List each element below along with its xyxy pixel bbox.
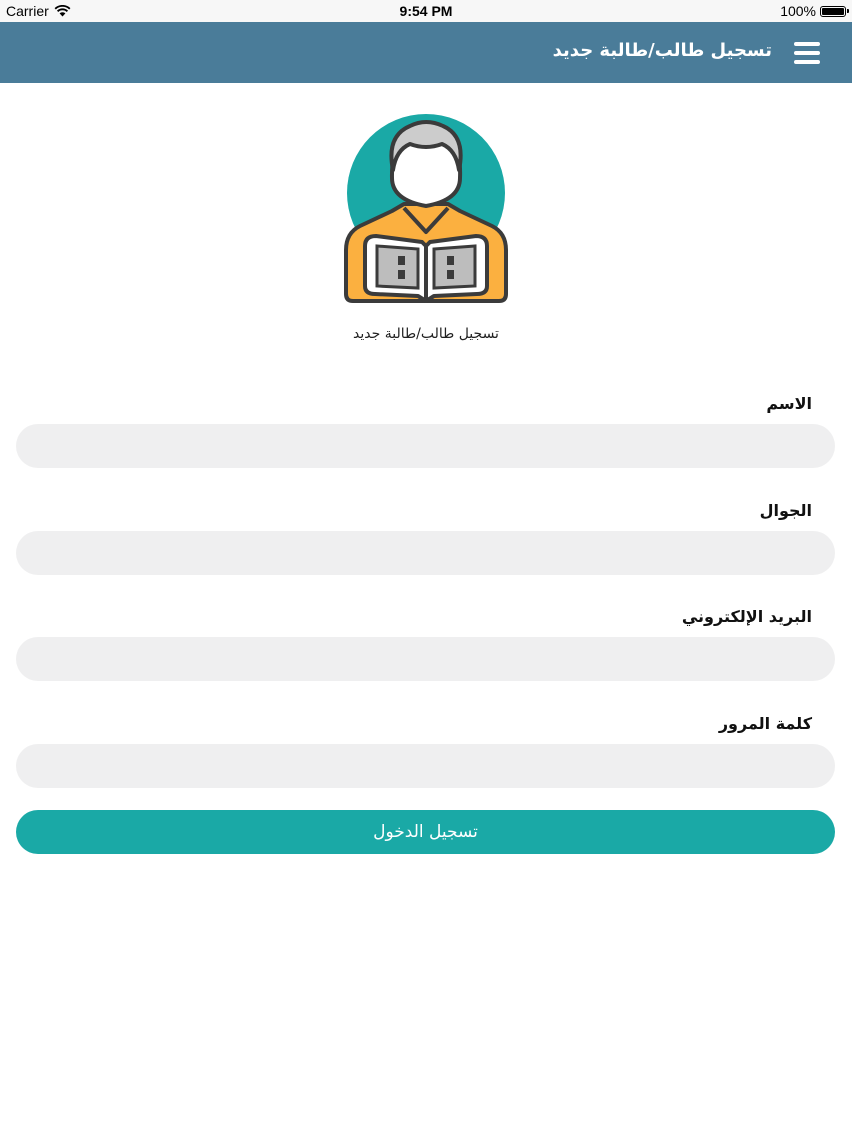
hamburger-menu-icon[interactable]: [794, 42, 820, 64]
email-input[interactable]: [16, 637, 835, 681]
nav-title: تسجيل طالب/طالبة جديد: [552, 40, 772, 61]
email-label: البريد الإلكتروني: [681, 607, 812, 626]
status-bar: Carrier 9:54 PM 100%: [0, 0, 852, 22]
name-input[interactable]: [16, 424, 835, 468]
status-battery: 100%: [780, 3, 849, 19]
mobile-label: الجوال: [759, 501, 812, 520]
name-label: الاسم: [766, 394, 812, 413]
password-label: كلمة المرور: [718, 714, 812, 733]
status-time: 9:54 PM: [399, 3, 453, 19]
mobile-input[interactable]: [16, 531, 835, 575]
page-subtitle: تسجيل طالب/طالبة جديد: [353, 326, 499, 342]
nav-bar: تسجيل طالب/طالبة جديد: [0, 22, 852, 83]
password-input[interactable]: [16, 744, 835, 788]
battery-icon: [820, 5, 849, 17]
battery-percent: 100%: [780, 3, 816, 19]
student-reading-book-icon: [344, 114, 508, 303]
register-button[interactable]: تسجيل الدخول: [16, 810, 835, 854]
